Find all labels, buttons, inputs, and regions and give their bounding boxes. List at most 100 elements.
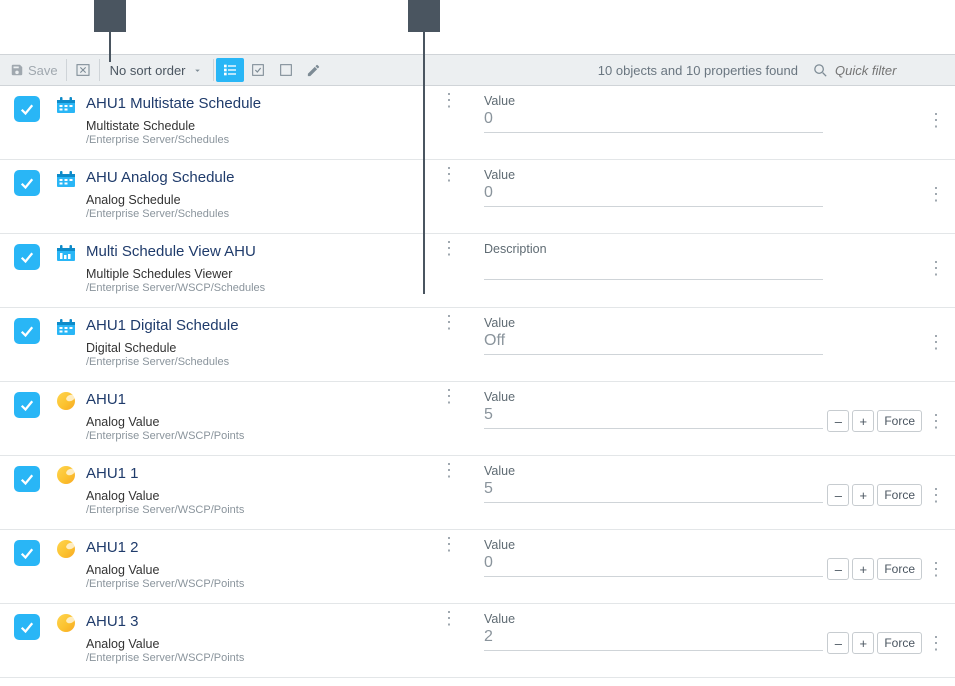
object-menu-button[interactable]: ⋮ — [440, 538, 458, 550]
object-type: Digital Schedule — [86, 341, 239, 355]
checkbox-cell — [0, 382, 54, 455]
increment-button[interactable]: + — [852, 632, 874, 654]
decrement-button[interactable]: – — [827, 410, 849, 432]
object-menu-button[interactable]: ⋮ — [440, 94, 458, 106]
force-button[interactable]: Force — [877, 558, 922, 580]
property-menu-button[interactable]: ⋮ — [925, 489, 947, 501]
property-value[interactable]: Off — [484, 332, 823, 355]
property-menu-button[interactable]: ⋮ — [925, 262, 947, 274]
checkbox-cell — [0, 86, 54, 159]
object-menu-button[interactable]: ⋮ — [440, 390, 458, 402]
object-type: Analog Value — [86, 637, 244, 651]
object-menu-button[interactable]: ⋮ — [440, 168, 458, 180]
property-label: Value — [484, 390, 943, 404]
property-menu-button[interactable]: ⋮ — [925, 563, 947, 575]
increment-button[interactable]: + — [852, 484, 874, 506]
object-path: /Enterprise Server/Schedules — [86, 134, 261, 146]
list-item: AHU1 Multistate ScheduleMultistate Sched… — [0, 86, 955, 160]
checkbox-empty-icon — [278, 62, 294, 78]
row-checkbox[interactable] — [14, 614, 40, 640]
object-type: Analog Value — [86, 415, 244, 429]
deselect-all-button[interactable] — [272, 58, 300, 82]
object-cell: AHU1 Multistate ScheduleMultistate Sched… — [54, 86, 464, 159]
object-menu-button[interactable]: ⋮ — [440, 316, 458, 328]
row-checkbox[interactable] — [14, 96, 40, 122]
value-actions: ⋮ — [925, 188, 947, 200]
object-name[interactable]: AHU Analog Schedule — [86, 168, 234, 188]
object-path: /Enterprise Server/WSCP/Points — [86, 430, 244, 442]
object-type: Analog Value — [86, 489, 244, 503]
export-excel-button[interactable] — [69, 58, 97, 82]
row-checkbox[interactable] — [14, 540, 40, 566]
calendar-icon — [56, 170, 76, 188]
property-menu-button[interactable]: ⋮ — [925, 188, 947, 200]
object-cell: AHU1 1Analog Value/Enterprise Server/WSC… — [54, 456, 464, 529]
row-checkbox[interactable] — [14, 170, 40, 196]
object-name[interactable]: AHU1 — [86, 390, 244, 410]
pencil-icon — [306, 63, 321, 78]
list-item: AHU1 Analog Value/Enterprise Server/WSCP/… — [0, 382, 955, 456]
edit-button[interactable] — [300, 58, 327, 82]
list-item: Multi Schedule View AHU Multiple Schedule… — [0, 234, 955, 308]
annotation-line — [423, 32, 425, 294]
row-checkbox[interactable] — [14, 244, 40, 270]
decrement-button[interactable]: – — [827, 484, 849, 506]
decrement-button[interactable]: – — [827, 632, 849, 654]
object-cell: AHU1 Analog Value/Enterprise Server/WSCP/… — [54, 382, 464, 455]
increment-button[interactable]: + — [852, 558, 874, 580]
object-name[interactable]: AHU1 Digital Schedule — [86, 316, 239, 336]
property-label: Value — [484, 316, 943, 330]
save-icon — [10, 63, 24, 77]
annotation-marker — [94, 0, 126, 32]
object-menu-button[interactable]: ⋮ — [440, 612, 458, 624]
object-name[interactable]: AHU1 2 — [86, 538, 244, 558]
toolbar: Save No sort order 10 objects and 10 pro… — [0, 54, 955, 86]
property-value[interactable]: 0 — [484, 554, 823, 577]
point-icon — [57, 466, 75, 484]
decrement-button[interactable]: – — [827, 558, 849, 580]
property-value[interactable]: 0 — [484, 110, 823, 133]
calendar-icon — [56, 96, 76, 114]
property-menu-button[interactable]: ⋮ — [925, 336, 947, 348]
chevron-down-icon — [192, 65, 203, 76]
property-value[interactable]: 2 — [484, 628, 823, 651]
list-item: AHU1 3Analog Value/Enterprise Server/WSC… — [0, 604, 955, 678]
force-button[interactable]: Force — [877, 410, 922, 432]
object-name[interactable]: Multi Schedule View AHU — [86, 242, 265, 262]
property-menu-button[interactable]: ⋮ — [925, 114, 947, 126]
calendar-icon — [56, 244, 76, 262]
force-button[interactable]: Force — [877, 632, 922, 654]
list-item: AHU1 1Analog Value/Enterprise Server/WSC… — [0, 456, 955, 530]
object-name[interactable]: AHU1 Multistate Schedule — [86, 94, 261, 114]
object-name[interactable]: AHU1 1 — [86, 464, 244, 484]
list-item: AHU1 Digital ScheduleDigital Schedule/En… — [0, 308, 955, 382]
value-actions: –+Force⋮ — [827, 484, 947, 506]
quick-filter-input[interactable] — [835, 63, 945, 78]
view-list-button[interactable] — [216, 58, 244, 82]
object-menu-button[interactable]: ⋮ — [440, 464, 458, 476]
object-menu-button[interactable]: ⋮ — [440, 242, 458, 254]
checkbox-checked-icon — [250, 62, 266, 78]
property-value[interactable]: 5 — [484, 480, 823, 503]
property-menu-button[interactable]: ⋮ — [925, 415, 947, 427]
save-button[interactable]: Save — [4, 58, 64, 82]
object-name[interactable]: AHU1 3 — [86, 612, 244, 632]
property-value[interactable]: 5 — [484, 406, 823, 429]
sort-order-dropdown[interactable]: No sort order — [102, 63, 211, 78]
property-value[interactable]: 0 — [484, 184, 823, 207]
force-button[interactable]: Force — [877, 484, 922, 506]
row-checkbox[interactable] — [14, 466, 40, 492]
checkbox-cell — [0, 160, 54, 233]
point-icon — [57, 540, 75, 558]
object-type: Multiple Schedules Viewer — [86, 267, 265, 281]
property-value[interactable] — [484, 258, 823, 280]
row-checkbox[interactable] — [14, 318, 40, 344]
object-type: Analog Value — [86, 563, 244, 577]
excel-icon — [75, 62, 91, 78]
value-actions: ⋮ — [925, 262, 947, 274]
select-all-button[interactable] — [244, 58, 272, 82]
property-menu-button[interactable]: ⋮ — [925, 637, 947, 649]
value-actions: –+Force⋮ — [827, 410, 947, 432]
row-checkbox[interactable] — [14, 392, 40, 418]
increment-button[interactable]: + — [852, 410, 874, 432]
